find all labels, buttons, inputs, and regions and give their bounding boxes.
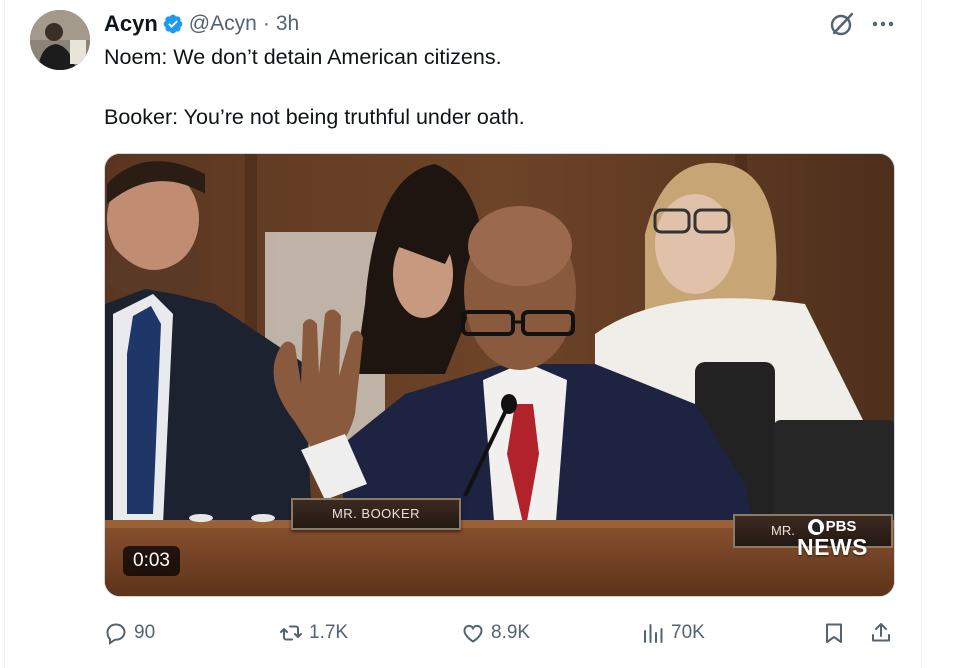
like-button[interactable]: 8.9K <box>461 617 530 649</box>
video-player[interactable]: MR. BOOKER MR. PBS NEWS 0:03 <box>104 153 895 597</box>
avatar[interactable] <box>30 10 90 70</box>
tweet-header: Acyn @Acyn · 3h <box>104 9 299 39</box>
views-icon <box>644 624 663 643</box>
pbs-news-watermark: PBS NEWS <box>797 518 868 568</box>
views-count: 70K <box>671 622 705 643</box>
retweet-button[interactable]: 1.7K <box>279 617 348 649</box>
watermark-top: PBS <box>825 518 857 535</box>
like-count: 8.9K <box>491 622 531 643</box>
nameplate-booker: MR. BOOKER <box>291 498 461 530</box>
bookmark-icon <box>826 623 842 643</box>
retweet-count: 1.7K <box>309 622 349 643</box>
tweet-text: Noem: We don’t detain American citizens.… <box>104 45 525 129</box>
watermark-bottom: NEWS <box>797 534 868 560</box>
pbs-head-icon <box>807 518 824 535</box>
avatar-image <box>30 10 90 70</box>
action-bar: 90 1.7K 8.9K 70K <box>104 617 896 649</box>
author-handle[interactable]: @Acyn <box>189 12 257 36</box>
timestamp[interactable]: 3h <box>276 12 299 36</box>
author-name[interactable]: Acyn <box>104 11 158 37</box>
bookmark-button[interactable] <box>822 617 846 649</box>
verified-badge-icon[interactable] <box>162 13 184 35</box>
separator-dot: · <box>262 12 270 35</box>
header-actions <box>828 10 896 38</box>
more-icon[interactable] <box>870 11 896 37</box>
reply-button[interactable]: 90 <box>104 617 155 649</box>
share-button[interactable] <box>869 617 893 649</box>
share-icon <box>872 623 890 642</box>
reply-icon <box>106 623 126 645</box>
reply-count: 90 <box>134 622 156 643</box>
grok-icon[interactable] <box>828 10 856 38</box>
views-button[interactable]: 70K <box>641 617 705 649</box>
like-icon <box>463 624 483 643</box>
retweet-icon <box>280 625 302 641</box>
video-duration: 0:03 <box>123 546 180 576</box>
